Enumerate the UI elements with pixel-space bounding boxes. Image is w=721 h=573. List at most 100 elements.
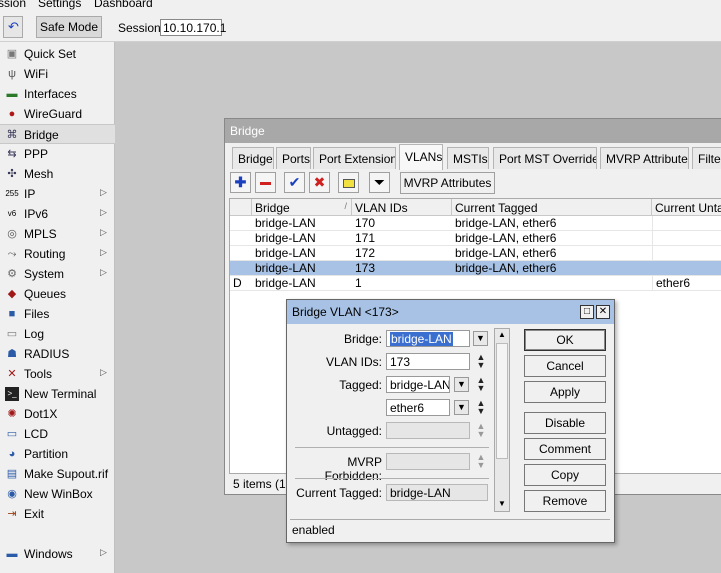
comment-button[interactable]: [338, 172, 359, 193]
mvrp-attributes-button[interactable]: MVRP Attributes: [400, 172, 495, 194]
add-button[interactable]: ✚: [230, 172, 251, 193]
sidebar-item-new-winbox[interactable]: ◉ New WinBox: [0, 484, 115, 504]
note-icon: [342, 178, 355, 188]
tab-port-mst-overrides[interactable]: Port MST Overrides: [493, 147, 597, 169]
mvrp-forbidden-select[interactable]: [386, 453, 470, 470]
sidebar: ▣ Quick Set ψ WiFi ▬ Interfaces ● WireGu…: [0, 42, 115, 573]
dialog-scrollbar[interactable]: ▲ ▼: [494, 328, 510, 512]
tagged-select-1[interactable]: bridge-LAN: [386, 376, 450, 393]
sidebar-item-mesh[interactable]: ✣ Mesh: [0, 164, 115, 184]
comment-button[interactable]: Comment: [524, 438, 606, 460]
remove-button[interactable]: [255, 172, 276, 193]
cancel-button[interactable]: Cancel: [524, 355, 606, 377]
bridge-dropdown-button[interactable]: ▼: [473, 331, 488, 346]
sidebar-item-make-supout[interactable]: ▤ Make Supout.rif: [0, 464, 115, 484]
tab-filters[interactable]: Filters: [692, 147, 721, 169]
table-row[interactable]: bridge-LAN 170 bridge-LAN, ether6: [230, 216, 721, 231]
sidebar-item-log[interactable]: ▭ Log: [0, 324, 115, 344]
dialog-status: enabled: [290, 519, 610, 539]
sidebar-item-ipv6[interactable]: v6 IPv6 ▷: [0, 204, 115, 224]
sidebar-item-bridge[interactable]: ⌘ Bridge: [0, 124, 115, 144]
mvrp-forbidden-updown[interactable]: ▲ ▼: [476, 453, 486, 471]
apply-button[interactable]: Apply: [524, 381, 606, 403]
sidebar-item-lcd[interactable]: ▭ LCD: [0, 424, 115, 444]
scroll-thumb[interactable]: [496, 343, 508, 459]
sidebar-item-new-terminal[interactable]: >_ New Terminal: [0, 384, 115, 404]
disable-button[interactable]: ✖: [309, 172, 330, 193]
tab-mvrp-attributes[interactable]: MVRP Attributes: [600, 147, 689, 169]
vlan-ids-updown[interactable]: ▲ ▼: [476, 353, 486, 371]
sidebar-item-tools[interactable]: ✕ Tools ▷: [0, 364, 115, 384]
sidebar-item-wifi[interactable]: ψ WiFi: [0, 64, 115, 84]
toolbar: ↶ Safe Mode Session: 10.10.170.1: [0, 12, 721, 42]
cell-vlan-ids: 170: [355, 216, 376, 230]
disable-button[interactable]: Disable: [524, 412, 606, 434]
ok-button[interactable]: OK: [524, 329, 606, 351]
chevron-down-icon: ▼: [476, 333, 485, 343]
submenu-arrow-icon: ▷: [100, 267, 107, 277]
sidebar-item-label: Dot1X: [24, 407, 58, 421]
updown-arrows-icon: ▲ ▼: [476, 398, 486, 416]
tagged-dropdown-2[interactable]: ▼: [454, 400, 469, 415]
menu-dashboard[interactable]: Dashboard: [94, 0, 153, 10]
tab-port-extensions[interactable]: Port Extensions: [313, 147, 396, 169]
undo-button[interactable]: ↶: [3, 16, 23, 38]
sidebar-item-mpls[interactable]: ◎ MPLS ▷: [0, 224, 115, 244]
untagged-label: Untagged:: [326, 424, 382, 438]
sidebar-item-system[interactable]: ⚙ System ▷: [0, 264, 115, 284]
close-button[interactable]: ✕: [596, 305, 610, 319]
maximize-button[interactable]: □: [580, 305, 594, 319]
column-header-flag[interactable]: [230, 199, 252, 216]
sidebar-item-partition[interactable]: ◕ Partition: [0, 444, 115, 464]
table-row[interactable]: bridge-LAN 172 bridge-LAN, ether6: [230, 246, 721, 261]
tagged-dropdown-1[interactable]: ▼: [454, 377, 469, 392]
cell-bridge: bridge-LAN: [255, 231, 316, 245]
column-header-current-tagged[interactable]: Current Tagged: [452, 199, 652, 216]
sidebar-item-windows[interactable]: ▬ Windows ▷: [0, 544, 115, 564]
sidebar-item-routing[interactable]: ⤳ Routing ▷: [0, 244, 115, 264]
sidebar-item-queues[interactable]: ◆ Queues: [0, 284, 115, 304]
column-header-vlan-ids[interactable]: VLAN IDs: [352, 199, 452, 216]
vlan-ids-input[interactable]: 173: [386, 353, 470, 370]
tagged-select-2[interactable]: ether6: [386, 399, 450, 416]
tab-mstis[interactable]: MSTIs: [447, 147, 489, 169]
table-row[interactable]: bridge-LAN 171 bridge-LAN, ether6: [230, 231, 721, 246]
dialog-title[interactable]: Bridge VLAN <173>: [287, 300, 614, 324]
sidebar-item-label: Quick Set: [24, 47, 77, 61]
table-row[interactable]: bridge-LAN 173 bridge-LAN, ether6: [230, 261, 721, 276]
tab-bridge[interactable]: Bridge: [232, 147, 274, 169]
sidebar-item-interfaces[interactable]: ▬ Interfaces: [0, 84, 115, 104]
sidebar-item-wireguard[interactable]: ● WireGuard: [0, 104, 115, 124]
safe-mode-button[interactable]: Safe Mode: [36, 16, 102, 38]
tagged-updown-2[interactable]: ▲ ▼: [476, 399, 486, 417]
table-row[interactable]: D bridge-LAN 1 ether6: [230, 276, 721, 291]
window-title[interactable]: Bridge: [225, 119, 721, 143]
updown-arrows-icon: ▲ ▼: [476, 452, 486, 470]
enable-button[interactable]: ✔: [284, 172, 305, 193]
sidebar-item-dot1x[interactable]: ✺ Dot1X: [0, 404, 115, 424]
tab-vlans[interactable]: VLANs: [399, 144, 443, 170]
sidebar-item-ppp[interactable]: ⇆ PPP: [0, 144, 115, 164]
sidebar-item-quick-set[interactable]: ▣ Quick Set: [0, 44, 115, 64]
sidebar-item-exit[interactable]: ⇥ Exit: [0, 504, 115, 524]
tagged-updown-1[interactable]: ▲ ▼: [476, 376, 486, 394]
sidebar-item-files[interactable]: ■ Files: [0, 304, 115, 324]
close-icon: ✕: [598, 306, 608, 317]
tab-ports[interactable]: Ports: [276, 147, 311, 169]
copy-button[interactable]: Copy: [524, 464, 606, 486]
menu-session[interactable]: ssion: [0, 0, 26, 10]
cell-untagged: [652, 246, 721, 261]
menu-settings[interactable]: Settings: [38, 0, 81, 10]
column-header-bridge[interactable]: Bridge /: [252, 199, 352, 216]
remove-button[interactable]: Remove: [524, 490, 606, 512]
updown-arrows-icon: ▲ ▼: [476, 421, 486, 439]
filter-button[interactable]: ⏷: [369, 172, 390, 193]
sidebar-item-label: Partition: [24, 447, 69, 461]
bridge-select[interactable]: bridge-LAN: [386, 330, 470, 347]
session-input[interactable]: 10.10.170.1: [160, 19, 226, 36]
column-header-current-untagged[interactable]: Current Untagged: [652, 199, 721, 216]
sidebar-item-radius[interactable]: ☗ RADIUS: [0, 344, 115, 364]
untagged-updown[interactable]: ▲ ▼: [476, 422, 486, 440]
untagged-select[interactable]: [386, 422, 470, 439]
sidebar-item-ip[interactable]: 255 IP ▷: [0, 184, 115, 204]
